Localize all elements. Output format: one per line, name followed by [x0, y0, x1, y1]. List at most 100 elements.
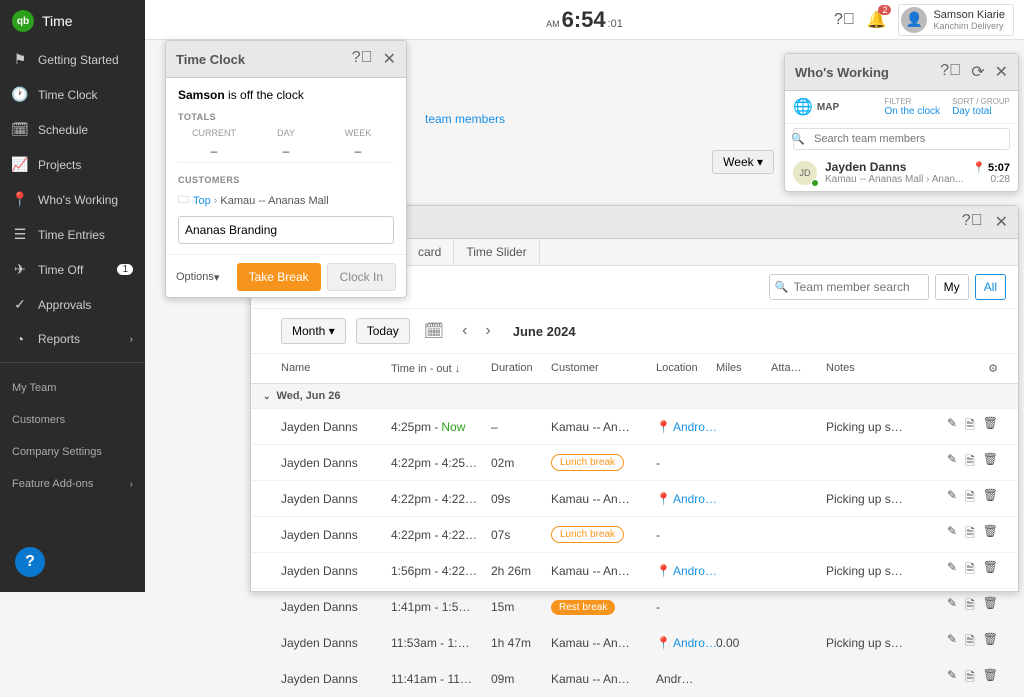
help-button[interactable]: ?: [15, 547, 45, 577]
calendar-icon[interactable]: 🗓: [420, 317, 448, 345]
th-miles[interactable]: Miles: [716, 362, 771, 375]
nav-label: Reports: [38, 332, 80, 346]
nav-company-settings[interactable]: Company Settings: [0, 436, 145, 468]
take-break-button[interactable]: Take Break: [237, 263, 321, 291]
copy-icon[interactable]: 🗎: [965, 452, 975, 473]
clock-in-button[interactable]: Clock In: [327, 263, 396, 291]
gear-icon[interactable]: ⚙: [988, 363, 998, 375]
month-dropdown[interactable]: Month ▾: [281, 318, 346, 344]
copy-icon[interactable]: 🗎: [965, 524, 975, 545]
help-icon[interactable]: ?⃝: [962, 212, 983, 232]
th-location[interactable]: Location: [656, 362, 716, 375]
delete-icon[interactable]: 🗑: [983, 596, 998, 617]
location-link[interactable]: 📍Andro…: [656, 492, 716, 506]
nav-whos-working[interactable]: 📍Who's Working: [0, 182, 145, 217]
panel-title: Time Clock: [176, 52, 245, 67]
tab-time-slider[interactable]: Time Slider: [454, 239, 539, 265]
edit-icon[interactable]: ✎: [947, 524, 957, 545]
sort-value[interactable]: Day total: [952, 106, 1010, 117]
edit-icon[interactable]: ✎: [947, 632, 957, 653]
user-menu[interactable]: 👤 Samson Kiarie Kanchim Delivery: [898, 4, 1014, 36]
copy-icon[interactable]: 🗎: [965, 560, 975, 581]
prev-icon[interactable]: ‹: [458, 318, 471, 344]
cell-time: 11:53am - 1:…: [391, 636, 491, 650]
tab-card[interactable]: card: [406, 239, 454, 265]
close-icon[interactable]: ✕: [995, 62, 1008, 82]
copy-icon[interactable]: 🗎: [965, 596, 975, 617]
map-button[interactable]: 🌐MAP: [793, 97, 839, 117]
cell-time: 4:22pm - 4:22…: [391, 528, 491, 542]
help-icon[interactable]: ?⃝: [940, 62, 961, 82]
location-link[interactable]: 📍Andro…: [656, 420, 716, 434]
table-row[interactable]: Jayden Danns1:56pm - 4:22…2h 26mKamau --…: [251, 553, 1018, 589]
delete-icon[interactable]: 🗑: [983, 632, 998, 653]
th-notes[interactable]: Notes: [826, 362, 906, 375]
copy-icon[interactable]: 🗎: [965, 416, 975, 437]
app-logo[interactable]: qb Time: [0, 0, 145, 42]
team-member-search[interactable]: [769, 274, 929, 300]
nav-getting-started[interactable]: ⚑Getting Started: [0, 42, 145, 77]
delete-icon[interactable]: 🗑: [983, 416, 998, 437]
table-row[interactable]: Jayden Danns4:22pm - 4:25…02mLunch break…: [251, 445, 1018, 481]
my-button[interactable]: My: [935, 274, 969, 300]
location-link[interactable]: 📍Andro…: [656, 636, 716, 650]
week-dropdown[interactable]: Week ▾: [712, 150, 774, 174]
th-attached[interactable]: Atta…: [771, 362, 826, 375]
delete-icon[interactable]: 🗑: [983, 524, 998, 545]
options-button[interactable]: Options ▾: [176, 271, 219, 284]
customer-breadcrumb[interactable]: 🗀 Top › Kamau -- Ananas Mall: [178, 191, 394, 210]
close-icon[interactable]: ✕: [995, 212, 1008, 232]
delete-icon[interactable]: 🗑: [983, 560, 998, 581]
edit-icon[interactable]: ✎: [947, 596, 957, 617]
delete-icon[interactable]: 🗑: [983, 488, 998, 509]
edit-icon[interactable]: ✎: [947, 560, 957, 581]
location-link[interactable]: 📍Andro…: [656, 564, 716, 578]
group-header[interactable]: ⌄Wed, Jun 26: [251, 384, 1018, 409]
nav-my-team[interactable]: My Team: [0, 372, 145, 404]
edit-icon[interactable]: ✎: [947, 416, 957, 437]
help-icon[interactable]: ?⃝: [352, 49, 373, 69]
nav-time-clock[interactable]: 🕐Time Clock: [0, 77, 145, 112]
whos-working-row[interactable]: JD Jayden Danns Kamau -- Ananas Mall › A…: [785, 154, 1018, 191]
notification-bell-icon[interactable]: 🔔2: [866, 10, 886, 30]
table-row[interactable]: Jayden Danns1:41pm - 1:5…15mRest break-✎…: [251, 589, 1018, 625]
table-row[interactable]: Jayden Danns4:25pm - Now–Kamau -- An…📍An…: [251, 409, 1018, 445]
filter-value[interactable]: On the clock: [884, 106, 940, 117]
nav-time-off[interactable]: ✈Time Off1: [0, 252, 145, 287]
nav-feature-addons[interactable]: Feature Add-ons›: [0, 468, 145, 500]
copy-icon[interactable]: 🗎: [965, 632, 975, 653]
all-button[interactable]: All: [975, 274, 1006, 300]
team-members-link[interactable]: team members: [425, 112, 505, 126]
delete-icon[interactable]: 🗑: [983, 668, 998, 689]
th-name[interactable]: Name: [281, 362, 391, 375]
member-avatar: JD: [793, 161, 817, 185]
nav-customers[interactable]: Customers: [0, 404, 145, 436]
nav-approvals[interactable]: ✓Approvals: [0, 287, 145, 322]
edit-icon[interactable]: ✎: [947, 668, 957, 689]
th-duration[interactable]: Duration: [491, 362, 551, 375]
nav-schedule[interactable]: 🗓Schedule: [0, 112, 145, 147]
table-row[interactable]: Jayden Danns4:22pm - 4:22…07sLunch break…: [251, 517, 1018, 553]
today-button[interactable]: Today: [356, 318, 410, 344]
breadcrumb-top[interactable]: Top: [193, 195, 211, 207]
next-icon[interactable]: ›: [481, 318, 494, 344]
copy-icon[interactable]: 🗎: [965, 488, 975, 509]
whos-search-input[interactable]: [793, 128, 1010, 150]
refresh-icon[interactable]: ⟳: [971, 62, 984, 82]
customer-input[interactable]: [178, 216, 394, 244]
table-row[interactable]: Jayden Danns11:53am - 1:…1h 47mKamau -- …: [251, 625, 1018, 661]
th-customer[interactable]: Customer: [551, 362, 656, 375]
nav-projects[interactable]: 📈Projects: [0, 147, 145, 182]
th-time[interactable]: Time in - out↓: [391, 362, 491, 375]
nav-time-entries[interactable]: ☰Time Entries: [0, 217, 145, 252]
table-row[interactable]: Jayden Danns4:22pm - 4:22…09sKamau -- An…: [251, 481, 1018, 517]
help-icon[interactable]: ?⃝: [834, 10, 854, 30]
edit-icon[interactable]: ✎: [947, 488, 957, 509]
edit-icon[interactable]: ✎: [947, 452, 957, 473]
nav-reports[interactable]: ◔Reports›: [0, 322, 145, 356]
copy-icon[interactable]: 🗎: [965, 668, 975, 689]
cell-notes: Picking up su…: [826, 636, 906, 650]
table-row[interactable]: Jayden Danns11:41am - 11…09mKamau -- An……: [251, 661, 1018, 697]
close-icon[interactable]: ✕: [383, 49, 396, 69]
delete-icon[interactable]: 🗑: [983, 452, 998, 473]
